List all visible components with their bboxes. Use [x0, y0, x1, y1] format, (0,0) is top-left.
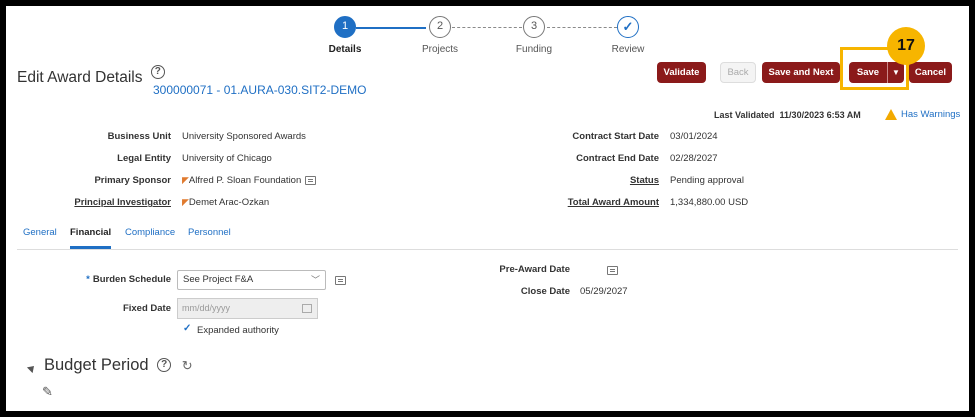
burden-schedule-label-text: Burden Schedule	[92, 274, 171, 285]
checkmark-icon[interactable]: ✓	[183, 323, 191, 334]
step-number: 3	[523, 16, 545, 38]
step-number: 1	[334, 16, 356, 38]
step-label: Review	[611, 44, 645, 55]
tab-financial[interactable]: Financial	[70, 227, 112, 249]
primary-sponsor-field: ◤Alfred P. Sloan Foundation	[182, 175, 317, 186]
burden-schedule-details-icon[interactable]	[335, 276, 346, 285]
close-date-value: 05/29/2027	[580, 286, 628, 297]
budget-period-section[interactable]: Budget Period ? ↻	[26, 356, 193, 375]
primary-sponsor-value: Alfred P. Sloan Foundation	[188, 175, 302, 186]
burden-schedule-select[interactable]: See Project F&A ﹀	[177, 270, 326, 290]
last-validated: Last Validated 11/30/2023 6:53 AM	[714, 110, 861, 120]
status-label: Status	[629, 175, 659, 186]
step-label: Projects	[421, 44, 459, 55]
contract-start-date-value: 03/01/2024	[670, 131, 718, 142]
warnings-label: Has Warnings	[901, 109, 961, 121]
business-unit-value: University Sponsored Awards	[182, 131, 306, 142]
collapse-triangle-icon[interactable]	[26, 358, 42, 373]
edit-pencil-icon[interactable]: ✎	[42, 384, 53, 400]
burden-schedule-value: See Project F&A	[183, 274, 254, 285]
validate-button[interactable]: Validate	[657, 62, 706, 83]
check-icon: ✓	[617, 16, 639, 38]
expanded-authority-label: Expanded authority	[197, 325, 279, 336]
business-unit-label: Business Unit	[107, 131, 171, 142]
legal-entity-label: Legal Entity	[117, 153, 171, 164]
pre-award-date-label: Pre-Award Date	[499, 264, 570, 275]
contract-end-date-label: Contract End Date	[576, 153, 659, 164]
pre-award-date-icon[interactable]	[607, 266, 618, 275]
train-stop-projects[interactable]: 2 Projects	[395, 16, 485, 55]
tab-personnel[interactable]: Personnel	[188, 227, 231, 249]
last-validated-value: 11/30/2023 6:53 AM	[779, 110, 861, 120]
tab-general[interactable]: General	[23, 227, 57, 249]
train-stop-review[interactable]: ✓ Review	[583, 16, 673, 55]
contract-end-date-value: 02/28/2027	[670, 153, 718, 164]
calendar-icon[interactable]	[302, 304, 312, 313]
save-and-next-button[interactable]: Save and Next	[762, 62, 840, 83]
principal-investigator-label: Principal Investigator	[74, 197, 171, 208]
fixed-date-placeholder: mm/dd/yyyy	[182, 303, 231, 313]
principal-investigator-value: Demet Arac-Ozkan	[188, 197, 270, 208]
page-title: Edit Award Details ?	[17, 65, 165, 87]
last-validated-label: Last Validated	[714, 110, 775, 120]
primary-sponsor-label: Primary Sponsor	[94, 175, 171, 186]
cancel-button[interactable]: Cancel	[909, 62, 952, 83]
contract-start-date-label: Contract Start Date	[572, 131, 659, 142]
tab-divider	[17, 249, 958, 250]
chevron-down-icon: ﹀	[310, 275, 320, 285]
help-icon[interactable]: ?	[150, 65, 165, 79]
required-marker: *	[86, 274, 90, 285]
train-stop-funding[interactable]: 3 Funding	[489, 16, 579, 55]
total-award-amount-value: 1,334,880.00 USD	[670, 197, 749, 208]
step-callout-badge: 17	[887, 27, 925, 65]
burden-schedule-label: * Burden Schedule	[86, 274, 171, 285]
budget-period-title: Budget Period	[44, 356, 149, 374]
train-stop-details[interactable]: 1 Details	[300, 16, 390, 55]
fixed-date-input[interactable]: mm/dd/yyyy	[177, 298, 318, 319]
flag-icon: ◤	[182, 197, 189, 207]
warning-icon	[885, 109, 897, 120]
process-train: 1 Details 2 Projects 3 Funding ✓ Review	[6, 16, 969, 66]
tab-compliance[interactable]: Compliance	[125, 227, 175, 249]
page-title-text: Edit Award Details	[17, 69, 143, 86]
step-label: Details	[328, 44, 362, 55]
refresh-icon[interactable]: ↻	[182, 358, 193, 373]
step-number: 2	[429, 16, 451, 38]
fixed-date-label: Fixed Date	[122, 303, 171, 314]
principal-investigator-field: ◤Demet Arac-Ozkan	[182, 197, 269, 208]
award-number-link[interactable]: 300000071 - 01.AURA-030.SIT2-DEMO	[153, 83, 366, 97]
back-button[interactable]: Back	[720, 62, 756, 83]
total-award-amount-label: Total Award Amount	[567, 197, 659, 208]
legal-entity-value: University of Chicago	[182, 153, 272, 164]
help-icon[interactable]: ?	[157, 358, 172, 372]
contact-card-icon[interactable]	[305, 175, 317, 185]
step-label: Funding	[515, 44, 553, 55]
warnings-link[interactable]: Has Warnings	[885, 109, 960, 120]
close-date-label: Close Date	[520, 286, 570, 297]
app-frame: 1 Details 2 Projects 3 Funding ✓ Review …	[6, 6, 969, 411]
status-value: Pending approval	[670, 175, 744, 186]
flag-icon: ◤	[182, 175, 189, 185]
